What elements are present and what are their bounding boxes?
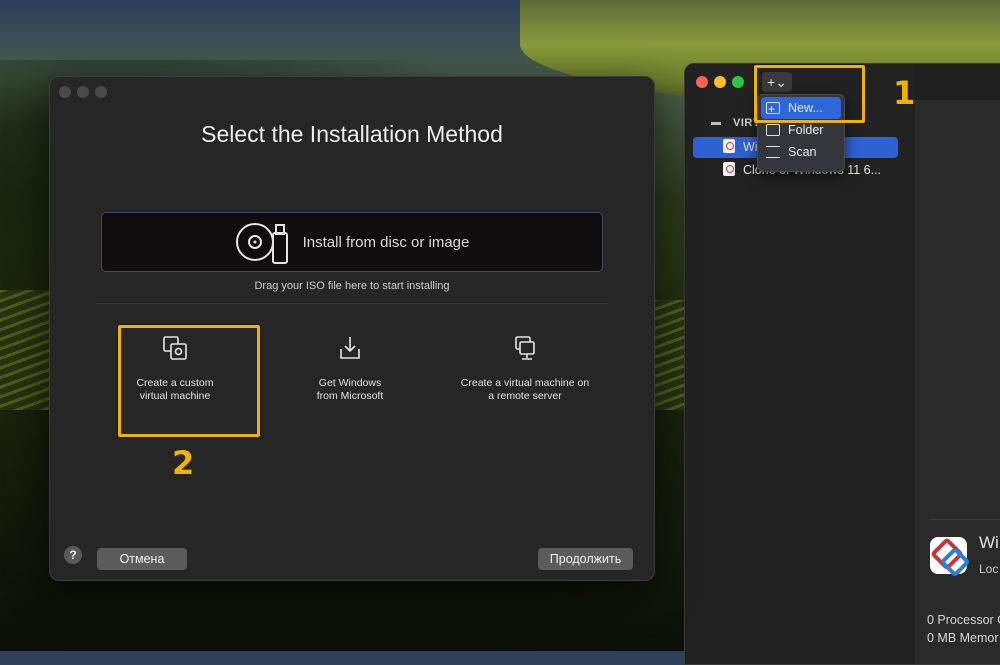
vm-icon [723,139,735,153]
option-remote-server[interactable]: Create a virtual machine on a remote ser… [450,335,600,403]
vm-memory-stat: 0 MB Memor [927,631,999,645]
step1-highlight-box [754,65,865,123]
scan-icon [766,146,780,158]
option-label-line2: from Microsoft [316,390,384,402]
section-collapse-icon[interactable] [711,122,721,125]
step2-highlight-box [118,325,260,437]
vm-processor-stat: 0 Processor C [927,613,1000,627]
vm-icon [723,162,735,176]
remote-server-icon [515,336,535,360]
option-label-line1: Get Windows [318,377,382,389]
parallels-logo-icon [930,537,967,574]
folder-icon [766,124,780,136]
close-button[interactable] [59,86,71,98]
dialog-title: Select the Installation Method [201,121,503,147]
option-label-line2: a remote server [488,390,562,402]
option-get-windows[interactable]: Get Windows from Microsoft [295,335,405,403]
window-controls [696,76,744,88]
option-label-line1: Create a virtual machine on [460,377,590,389]
menu-item-label: Scan [788,145,817,159]
cancel-button[interactable]: Отмена [97,548,187,570]
detail-divider [929,519,1000,520]
minimize-button[interactable] [714,76,726,88]
vm-detail-name: Wi [979,533,999,552]
continue-button[interactable]: Продолжить [538,548,633,570]
download-icon [340,337,360,359]
menu-item-scan[interactable]: Scan [758,141,844,163]
disc-usb-icon [235,223,288,264]
vm-detail-pane [915,100,1000,664]
minimize-button[interactable] [77,86,89,98]
zoom-button[interactable] [732,76,744,88]
dialog-window-controls [59,86,107,98]
help-button[interactable]: ? [64,546,82,564]
dialog-divider [96,303,608,304]
step1-number: 1 [893,74,916,112]
install-from-image-dropzone[interactable]: Install from disc or image [101,212,603,272]
dropzone-hint: Drag your ISO file here to start install… [254,280,450,292]
close-button[interactable] [696,76,708,88]
zoom-button[interactable] [95,86,107,98]
step2-number: 2 [172,444,195,482]
vm-detail-location: Loc [979,562,999,576]
dropzone-label: Install from disc or image [302,233,470,251]
